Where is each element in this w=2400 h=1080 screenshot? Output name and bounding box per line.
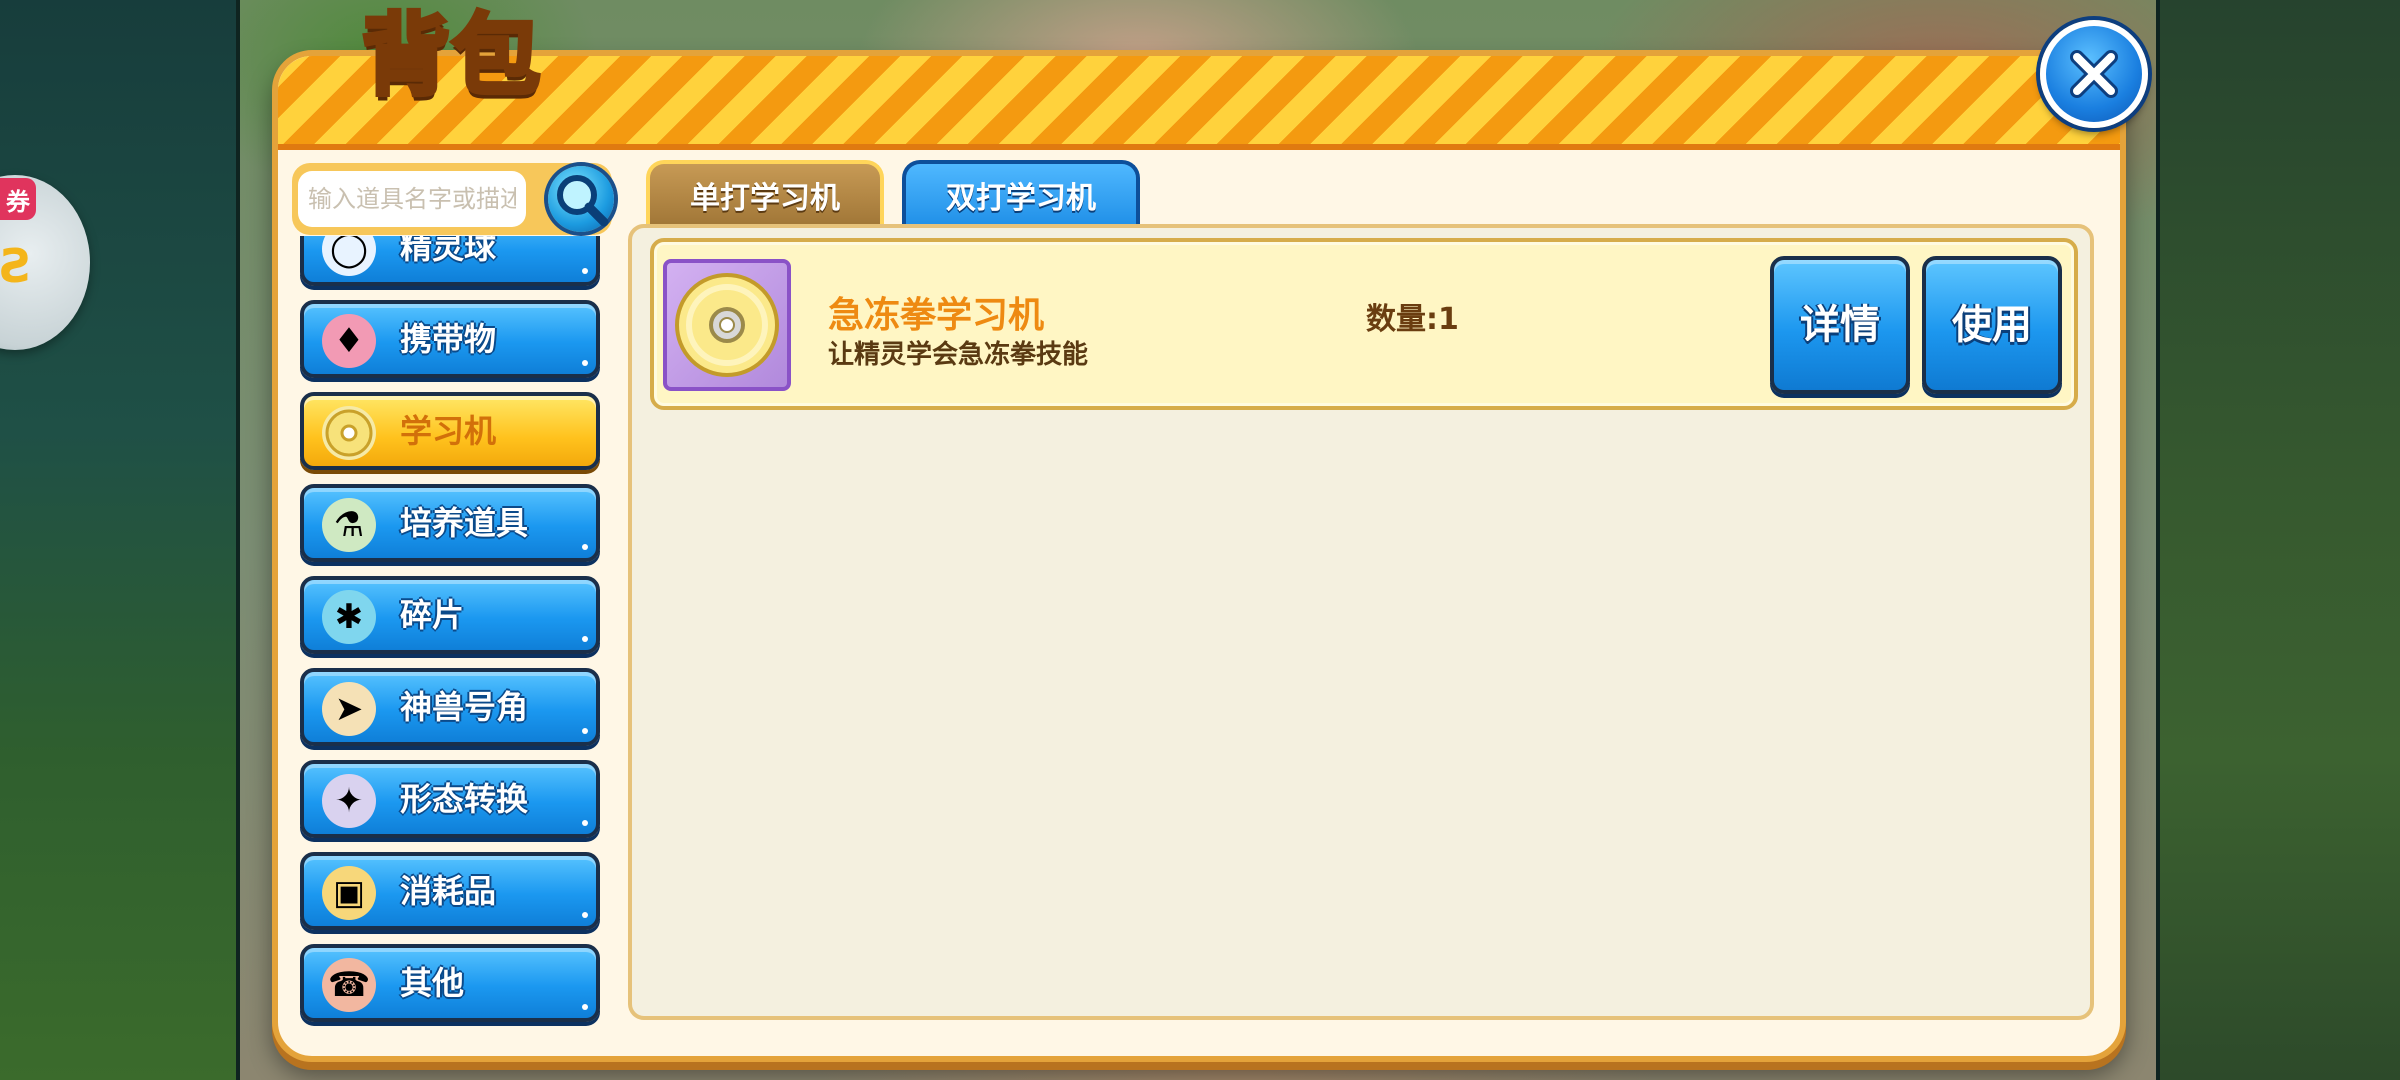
background-right-scene — [2156, 0, 2400, 1080]
category-item-consumable[interactable]: ▣ 消耗品 — [300, 852, 600, 930]
category-item-horn[interactable]: ➤ 神兽号角 — [300, 668, 600, 746]
search-button[interactable] — [548, 166, 614, 232]
category-item-other[interactable]: ☎ 其他 — [300, 944, 600, 1022]
category-item-training[interactable]: ⚗ 培养道具 — [300, 484, 600, 562]
corner-dot — [582, 1004, 588, 1010]
training-item-icon: ⚗ — [322, 498, 376, 552]
corner-dot — [582, 820, 588, 826]
detail-button[interactable]: 详情 — [1770, 256, 1910, 394]
category-label: 神兽号角 — [400, 688, 529, 726]
item-description: 让精灵学会急冻拳技能 — [828, 340, 1089, 370]
category-item-fragment[interactable]: ✱ 碎片 — [300, 576, 600, 654]
category-label: 精灵球 — [400, 236, 497, 266]
disc-icon — [322, 406, 376, 460]
scene-border-right — [2156, 0, 2160, 1080]
category-list[interactable]: ◯ 精灵球 ♦ 携带物 学习机 ⚗ 培养道具 ✱ 碎片 ➤ 神兽号角 ✦ 形态转… — [296, 236, 608, 1036]
category-item-pokeball[interactable]: ◯ 精灵球 — [300, 236, 600, 286]
category-item-transform[interactable]: ✦ 形态转换 — [300, 760, 600, 838]
page-title: 背包 — [359, 3, 543, 108]
category-label: 碎片 — [400, 596, 465, 634]
search-input[interactable] — [298, 171, 526, 227]
category-label: 消耗品 — [400, 872, 497, 910]
puzzle-piece-icon: ✱ — [322, 590, 376, 644]
corner-dot — [582, 544, 588, 550]
corner-dot — [582, 360, 588, 366]
tab-single-tm[interactable]: 单打学习机 — [646, 160, 884, 230]
background-left-scene — [0, 0, 238, 1080]
item-name: 急冻拳学习机 — [828, 295, 1045, 336]
tab-double-tm[interactable]: 双打学习机 — [902, 160, 1140, 230]
transform-icon: ✦ — [322, 774, 376, 828]
disc-icon — [675, 273, 779, 377]
panel-header — [278, 56, 2120, 150]
corner-dot — [582, 268, 588, 274]
pokeball-icon: ◯ — [322, 236, 376, 276]
item-thumbnail — [663, 259, 791, 391]
category-item-tm[interactable]: 学习机 — [300, 392, 600, 470]
scene-border-left — [236, 0, 240, 1080]
corner-dot — [582, 636, 588, 642]
item-quantity: 数量:1 — [1366, 302, 1459, 337]
category-label: 形态转换 — [400, 780, 529, 818]
category-label: 携带物 — [400, 320, 497, 358]
coupon-icon: Ƨ — [0, 239, 34, 293]
coupon-tag: 券 — [0, 178, 36, 220]
use-button[interactable]: 使用 — [1922, 256, 2062, 394]
search-icon — [557, 175, 609, 227]
close-icon — [2070, 50, 2118, 98]
megaphone-icon: ☎ — [322, 958, 376, 1012]
category-label: 培养道具 — [400, 504, 529, 542]
corner-dot — [582, 912, 588, 918]
held-item-icon: ♦ — [322, 314, 376, 368]
horn-icon: ➤ — [322, 682, 376, 736]
category-label: 学习机 — [400, 412, 497, 450]
chest-icon: ▣ — [322, 866, 376, 920]
close-button[interactable] — [2040, 20, 2148, 128]
category-item-held-item[interactable]: ♦ 携带物 — [300, 300, 600, 378]
category-label: 其他 — [400, 964, 465, 1002]
corner-dot — [582, 728, 588, 734]
